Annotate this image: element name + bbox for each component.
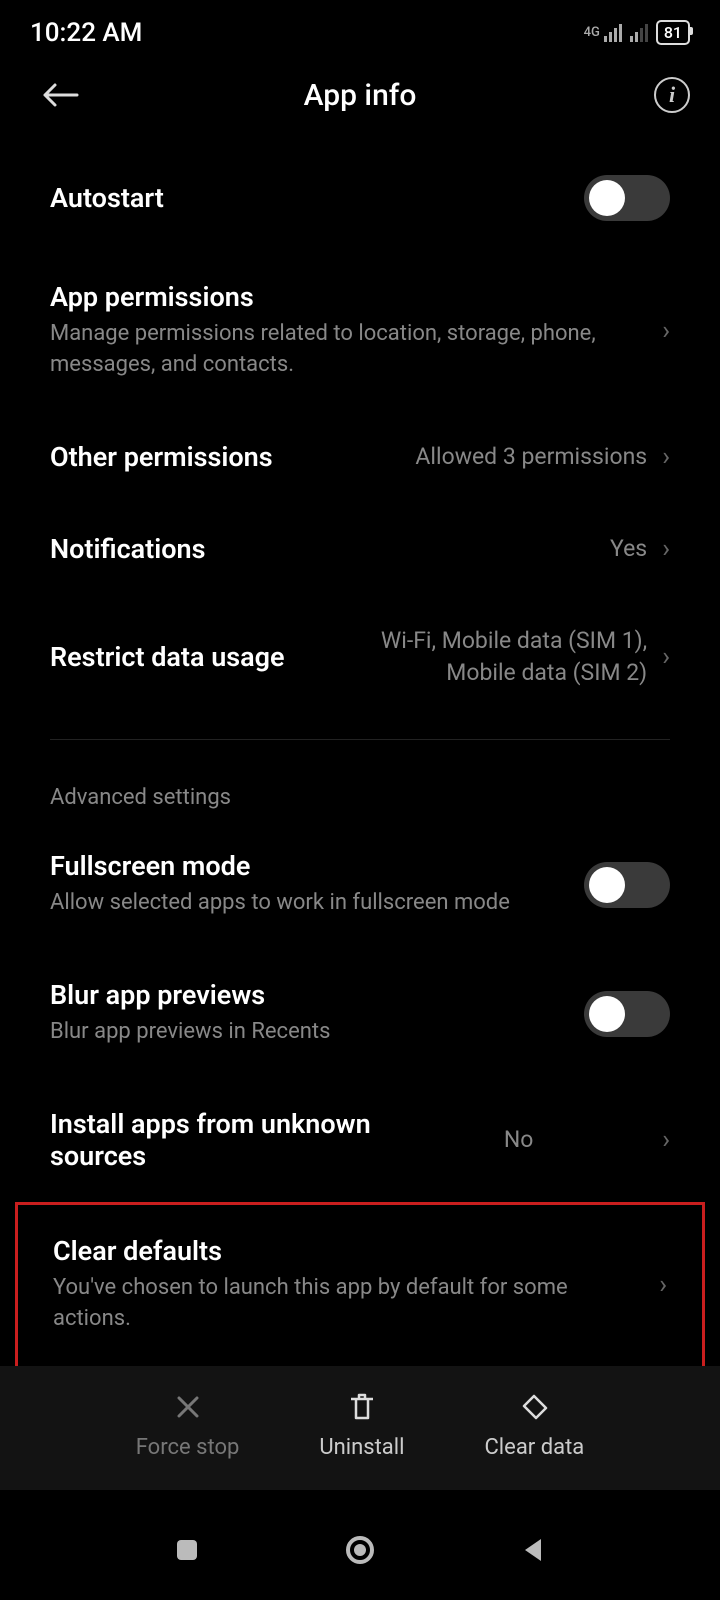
blur-toggle[interactable] (584, 991, 670, 1037)
blur-label: Blur app previews (50, 979, 584, 1011)
row-install-unknown[interactable]: Install apps from unknown sources No › (50, 1078, 670, 1202)
notifications-label: Notifications (50, 533, 610, 565)
nav-recents-button[interactable] (171, 1534, 203, 1566)
toggle-knob (589, 996, 625, 1032)
square-icon (175, 1538, 199, 1562)
row-app-permissions[interactable]: App permissions Manage permissions relat… (50, 251, 670, 411)
chevron-right-icon: › (662, 316, 670, 346)
autostart-toggle[interactable] (584, 175, 670, 221)
nav-home-button[interactable] (344, 1534, 376, 1566)
uninstall-button[interactable]: Uninstall (319, 1391, 404, 1460)
navigation-bar (0, 1500, 720, 1600)
fullscreen-label: Fullscreen mode (50, 850, 584, 882)
fullscreen-subtitle: Allow selected apps to work in fullscree… (50, 888, 584, 919)
close-icon (172, 1391, 204, 1423)
eraser-icon (518, 1391, 550, 1423)
autostart-label: Autostart (50, 182, 584, 214)
row-restrict-data[interactable]: Restrict data usage Wi-Fi, Mobile data (… (50, 595, 670, 719)
force-stop-button[interactable]: Force stop (136, 1391, 240, 1460)
triangle-left-icon (521, 1537, 545, 1563)
trash-icon (346, 1391, 378, 1423)
chevron-right-icon: › (662, 642, 670, 672)
nav-back-button[interactable] (517, 1534, 549, 1566)
row-clear-defaults[interactable]: Clear defaults You've chosen to launch t… (53, 1235, 667, 1335)
status-bar: 10:22 AM 4G 81 (0, 0, 720, 55)
circle-icon (345, 1535, 375, 1565)
clear-defaults-label: Clear defaults (53, 1235, 644, 1267)
network-type: 4G (584, 25, 600, 40)
row-fullscreen[interactable]: Fullscreen mode Allow selected apps to w… (50, 820, 670, 949)
uninstall-label: Uninstall (319, 1435, 404, 1460)
chevron-right-icon: › (662, 442, 670, 472)
arrow-left-icon (41, 81, 79, 109)
status-right: 4G 81 (584, 20, 690, 45)
other-permissions-label: Other permissions (50, 441, 415, 473)
row-autostart[interactable]: Autostart (50, 145, 670, 251)
app-permissions-subtitle: Manage permissions related to location, … (50, 319, 647, 381)
clear-defaults-subtitle: You've chosen to launch this app by defa… (53, 1273, 644, 1335)
clear-data-button[interactable]: Clear data (484, 1391, 584, 1460)
row-blur-previews[interactable]: Blur app previews Blur app previews in R… (50, 949, 670, 1078)
toggle-knob (589, 180, 625, 216)
chevron-right-icon: › (659, 1270, 667, 1300)
back-button[interactable] (40, 75, 80, 115)
toggle-knob (589, 867, 625, 903)
page-title: App info (304, 78, 417, 113)
chevron-right-icon: › (662, 534, 670, 564)
clear-data-label: Clear data (484, 1435, 584, 1460)
install-unknown-value: No (504, 1124, 534, 1156)
bottom-action-bar: Force stop Uninstall Clear data (0, 1366, 720, 1490)
chevron-right-icon: › (662, 1125, 670, 1155)
restrict-data-value: Wi-Fi, Mobile data (SIM 1), Mobile data … (347, 625, 647, 689)
app-permissions-label: App permissions (50, 281, 647, 313)
highlighted-row: Clear defaults You've chosen to launch t… (15, 1202, 705, 1378)
fullscreen-toggle[interactable] (584, 862, 670, 908)
divider (50, 739, 670, 740)
info-button[interactable]: i (654, 77, 690, 113)
signal-icon-1 (604, 24, 622, 42)
restrict-data-label: Restrict data usage (50, 641, 347, 673)
force-stop-label: Force stop (136, 1435, 240, 1460)
row-notifications[interactable]: Notifications Yes › (50, 503, 670, 595)
signal-icon-2 (630, 24, 648, 42)
status-time: 10:22 AM (30, 18, 142, 48)
notifications-value: Yes (610, 533, 647, 565)
install-unknown-label: Install apps from unknown sources (50, 1108, 390, 1172)
row-other-permissions[interactable]: Other permissions Allowed 3 permissions … (50, 411, 670, 503)
battery-icon: 81 (656, 20, 690, 45)
blur-subtitle: Blur app previews in Recents (50, 1017, 584, 1048)
app-header: App info i (0, 55, 720, 145)
section-advanced: Advanced settings (50, 760, 670, 820)
other-permissions-value: Allowed 3 permissions (415, 441, 647, 473)
